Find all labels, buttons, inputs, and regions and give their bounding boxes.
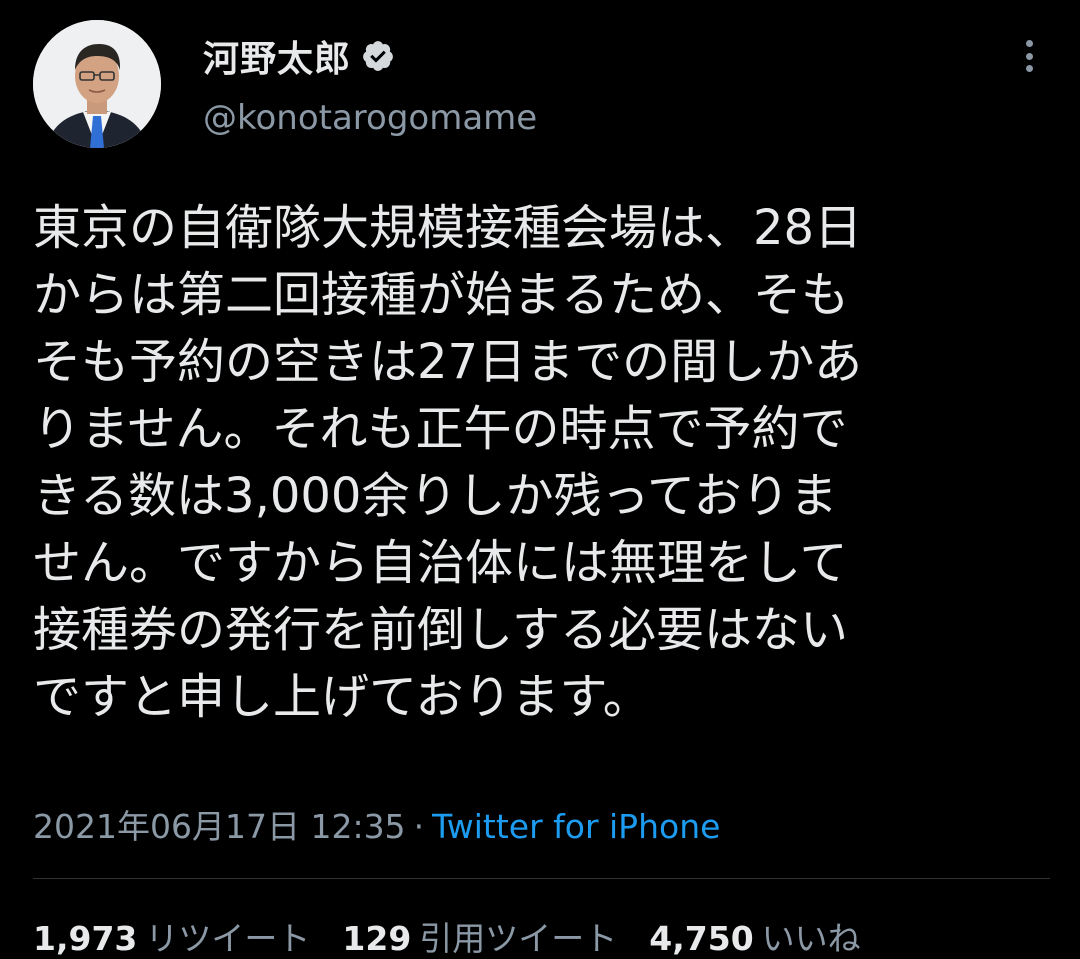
tweet-line: そも予約の空きは27日までの間しかあ: [33, 334, 863, 390]
profile-photo-icon: [33, 20, 161, 148]
divider: [33, 878, 1050, 879]
retweets-label: リツイート: [145, 919, 311, 958]
tweet-line: ですと申し上げております。: [33, 669, 651, 725]
likes-label: いいね: [761, 919, 861, 958]
retweets-count: 1,973: [33, 919, 138, 958]
tweet-timestamp[interactable]: 2021年06月17日 12:35: [33, 807, 406, 846]
tweet-line: 接種券の発行を前倒しする必要はない: [33, 602, 849, 658]
likes-stat[interactable]: 4,750 いいね: [649, 912, 860, 959]
retweets-stat[interactable]: 1,973 リツイート: [33, 912, 310, 959]
more-options-icon[interactable]: [1014, 36, 1044, 76]
tweet-line: りません。それも正午の時点で予約で: [33, 401, 848, 457]
author-name-row[interactable]: 河野太郎: [203, 30, 395, 82]
tweet-line: 東京の自衛隊大規模接種会場は、28日: [33, 200, 863, 256]
likes-count: 4,750: [649, 919, 754, 958]
quotes-count: 129: [342, 919, 412, 958]
dot: [1025, 40, 1033, 47]
tweet-source-link[interactable]: Twitter for iPhone: [432, 807, 720, 846]
tweet-line: きる数は3,000余りしか残っておりま: [33, 468, 838, 524]
author-display-name[interactable]: 河野太郎: [203, 30, 351, 82]
tweet-detail: 河野太郎 @konotarogomame 東京の自衛隊大規模接種会場は、28日 …: [0, 0, 1080, 959]
tweet-line: からは第二回接種が始まるため、そも: [33, 267, 850, 323]
avatar[interactable]: [33, 20, 161, 148]
verified-badge-icon: [361, 39, 395, 73]
quotes-stat[interactable]: 129 引用ツイート: [342, 912, 617, 959]
tweet-line: せん。ですから自治体には無理をして: [33, 535, 848, 591]
meta-separator: ·: [413, 807, 425, 846]
dot: [1025, 52, 1033, 60]
tweet-meta: 2021年06月17日 12:35 · Twitter for iPhone: [33, 800, 720, 848]
author-handle[interactable]: @konotarogomame: [203, 98, 537, 138]
tweet-stats: 1,973 リツイート 129 引用ツイート 4,750 いいね: [33, 912, 893, 959]
quotes-label: 引用ツイート: [419, 919, 618, 958]
tweet-text: 東京の自衛隊大規模接種会場は、28日 からは第二回接種が始まるため、そも そも予…: [33, 195, 1053, 731]
dot: [1025, 65, 1033, 72]
